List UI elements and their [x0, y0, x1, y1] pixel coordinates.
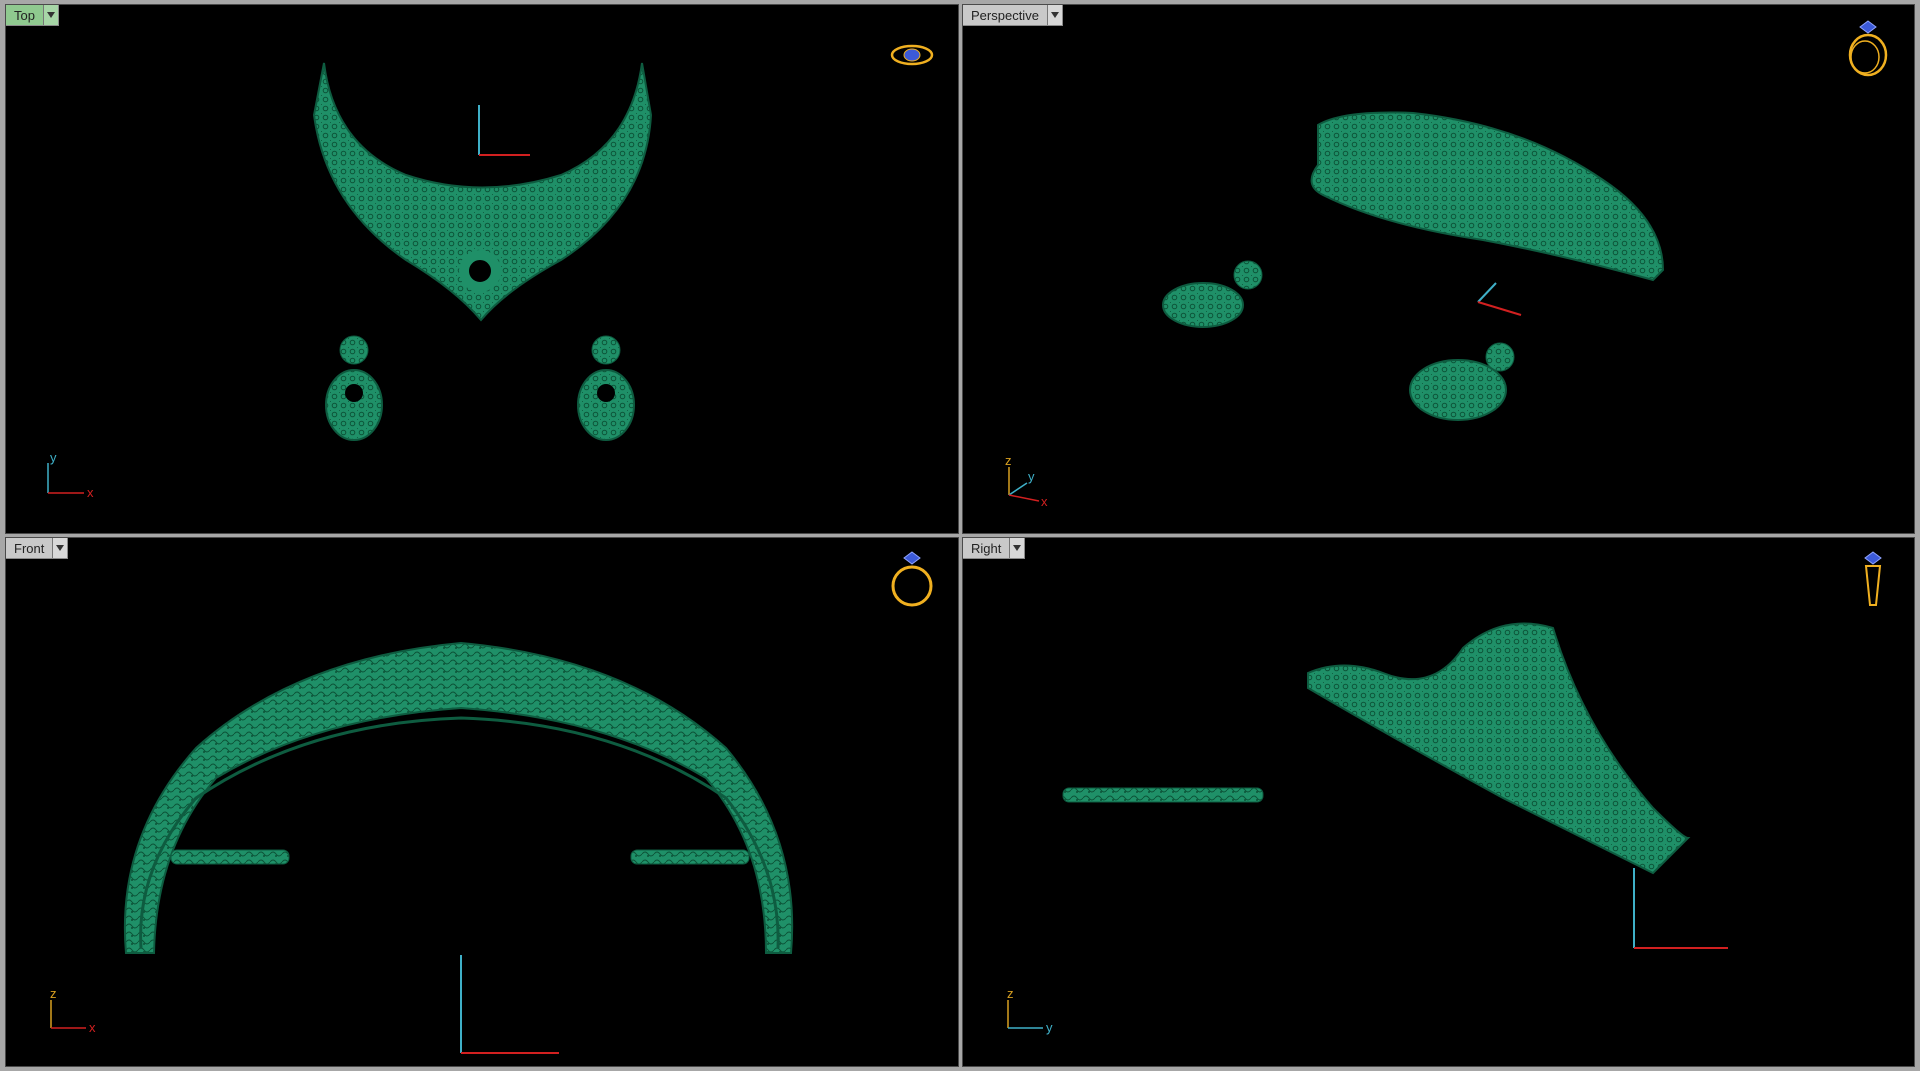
viewport-title: Right	[971, 541, 1002, 556]
ring-side-view-icon[interactable]	[1858, 550, 1888, 610]
world-axes	[1633, 868, 1728, 949]
axis-label-y: y	[1046, 1020, 1053, 1035]
viewport-title: Front	[14, 541, 45, 556]
necklace-pendant	[459, 250, 501, 292]
viewport-front[interactable]: z x Front	[5, 537, 959, 1067]
chevron-down-icon[interactable]	[42, 5, 58, 25]
tab-right[interactable]: Right	[963, 538, 1026, 559]
earring-left[interactable]	[325, 335, 383, 441]
top-view-canvas[interactable]: y x	[6, 5, 959, 534]
right-view-canvas[interactable]: z y	[963, 538, 1915, 1067]
viewport-title: Perspective	[971, 8, 1039, 23]
viewport-top[interactable]: y x Top	[5, 4, 959, 534]
tab-top[interactable]: Top	[6, 5, 59, 26]
viewport-right[interactable]: z y Right	[962, 537, 1915, 1067]
axis-label-y: y	[1028, 469, 1035, 484]
corner-axes: z y	[1007, 986, 1053, 1035]
axis-label-y: y	[50, 450, 57, 465]
viewport-perspective[interactable]: z y x Perspective	[962, 4, 1915, 534]
viewport-title: Top	[14, 8, 35, 23]
earring-right[interactable]	[630, 849, 750, 865]
axis-label-z: z	[1007, 986, 1014, 1001]
axis-label-x: x	[87, 485, 94, 500]
chevron-down-icon[interactable]	[1009, 538, 1025, 558]
axis-label-x: x	[89, 1020, 96, 1035]
earring-side[interactable]	[1062, 787, 1264, 803]
axis-label-z: z	[50, 986, 57, 1001]
necklace-model[interactable]	[1307, 622, 1691, 875]
world-axes	[478, 105, 530, 156]
necklace-model[interactable]	[1310, 111, 1665, 282]
axis-label-x: x	[1041, 494, 1048, 509]
earring-right[interactable]	[577, 335, 635, 441]
ring-front-view-icon[interactable]	[890, 550, 934, 610]
tab-front[interactable]: Front	[6, 538, 69, 559]
ring-perspective-icon[interactable]	[1843, 19, 1893, 79]
earring-left[interactable]	[1162, 260, 1263, 328]
front-view-canvas[interactable]: z x	[6, 538, 959, 1067]
axis-label-z: z	[1005, 453, 1012, 468]
earring-left[interactable]	[170, 849, 290, 865]
necklace-model[interactable]	[123, 641, 794, 954]
ring-top-view-icon[interactable]	[887, 40, 937, 70]
corner-axes: z y x	[1005, 453, 1048, 509]
corner-axes: z x	[50, 986, 96, 1035]
earring-right[interactable]	[1409, 342, 1515, 421]
corner-axes: y x	[47, 450, 94, 500]
perspective-view-canvas[interactable]: z y x	[963, 5, 1915, 534]
world-axes	[1477, 282, 1522, 316]
world-axes	[460, 955, 559, 1054]
chevron-down-icon[interactable]	[52, 538, 68, 558]
chevron-down-icon[interactable]	[1046, 5, 1062, 25]
tab-perspective[interactable]: Perspective	[963, 5, 1063, 26]
